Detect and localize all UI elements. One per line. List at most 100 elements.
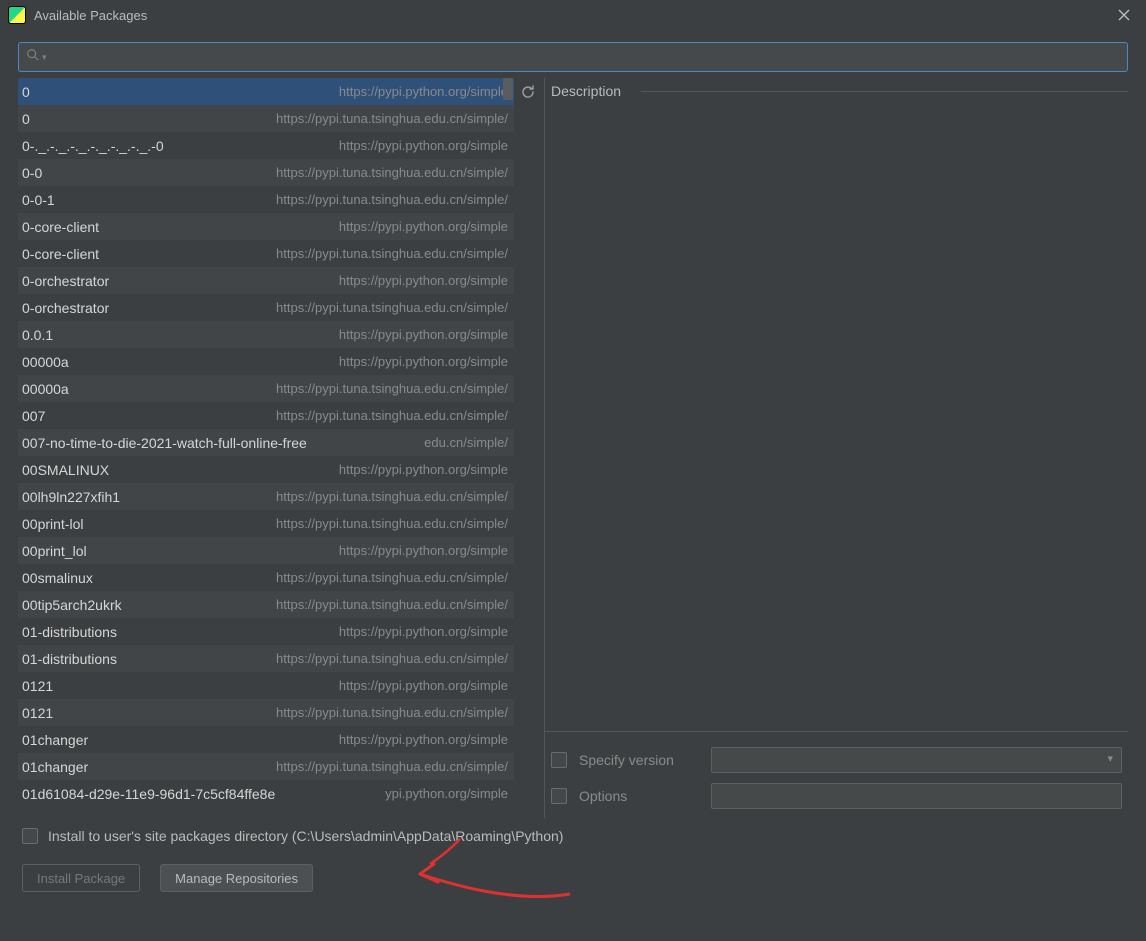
package-repo: https://pypi.tuna.tsinghua.edu.cn/simple…: [276, 300, 508, 315]
package-row[interactable]: 0-core-client https://pypi.python.org/sim…: [18, 213, 514, 240]
package-row[interactable]: 01-distributionshttps://pypi.tuna.tsingh…: [18, 645, 514, 672]
package-repo: https://pypi.python.org/simple: [339, 732, 508, 747]
search-options-chevron-icon[interactable]: ▾: [42, 52, 47, 63]
package-repo: https://pypi.python.org/simple: [339, 624, 508, 639]
package-repo: https://pypi.tuna.tsinghua.edu.cn/simple…: [276, 381, 508, 396]
package-row[interactable]: 00lh9ln227xfih1https://pypi.tuna.tsinghu…: [18, 483, 514, 510]
pycharm-icon: [8, 6, 26, 24]
specify-version-label: Specify version: [579, 752, 699, 768]
options-input[interactable]: [711, 783, 1122, 809]
package-name: 00tip5arch2ukrk: [22, 597, 122, 613]
package-row[interactable]: 0-orchestrator https://pypi.tuna.tsinghua…: [18, 294, 514, 321]
package-list[interactable]: 0 https://pypi.python.org/simple 0 https://…: [18, 78, 514, 818]
package-name: 0-0-1: [22, 192, 55, 208]
package-name: 01changer: [22, 732, 88, 748]
install-to-user-checkbox[interactable]: [22, 828, 38, 844]
package-name: 0121: [22, 678, 53, 694]
search-icon: [26, 48, 40, 65]
search-bar: ▾: [18, 42, 1128, 72]
package-row[interactable]: 01changer https://pypi.python.org/simple: [18, 726, 514, 753]
package-row[interactable]: 00SMALINUX https://pypi.python.org/simple: [18, 456, 514, 483]
package-repo: https://pypi.python.org/simple: [339, 462, 508, 477]
package-row[interactable]: 00000a https://pypi.python.org/simple: [18, 348, 514, 375]
specify-version-checkbox[interactable]: [551, 752, 567, 768]
refresh-icon: [520, 84, 536, 100]
description-body: [545, 104, 1128, 731]
package-name: 01-distributions: [22, 624, 117, 640]
package-name: 0-core-client: [22, 219, 99, 235]
install-package-button[interactable]: Install Package: [22, 864, 140, 892]
package-repo: https://pypi.tuna.tsinghua.edu.cn/simple…: [276, 570, 508, 585]
package-name: 007-no-time-to-die-2021-watch-full-onlin…: [22, 435, 307, 451]
package-repo: https://pypi.python.org/simple: [339, 354, 508, 369]
package-name: 00lh9ln227xfih1: [22, 489, 120, 505]
package-repo: https://pypi.tuna.tsinghua.edu.cn/simple…: [276, 705, 508, 720]
description-label: Description: [551, 83, 621, 99]
package-row[interactable]: 0.0.1https://pypi.python.org/simple: [18, 321, 514, 348]
package-row[interactable]: 00print_lolhttps://pypi.python.org/simpl…: [18, 537, 514, 564]
package-name: 00SMALINUX: [22, 462, 109, 478]
close-button[interactable]: [1110, 1, 1138, 29]
package-row[interactable]: 01changer https://pypi.tuna.tsinghua.edu.…: [18, 753, 514, 780]
package-repo: https://pypi.tuna.tsinghua.edu.cn/simple…: [276, 408, 508, 423]
package-row[interactable]: 0-0-1https://pypi.tuna.tsinghua.edu.cn/s…: [18, 186, 514, 213]
package-repo: https://pypi.tuna.tsinghua.edu.cn/simple…: [276, 651, 508, 666]
package-row[interactable]: 00smalinux https://pypi.tuna.tsinghua.edu…: [18, 564, 514, 591]
options-label: Options: [579, 788, 699, 804]
package-name: 0121: [22, 705, 53, 721]
package-row[interactable]: 007 https://pypi.tuna.tsinghua.edu.cn/sim…: [18, 402, 514, 429]
package-row[interactable]: 0121 https://pypi.python.org/simple: [18, 672, 514, 699]
package-name: 00smalinux: [22, 570, 93, 586]
scrollbar-thumb[interactable]: [503, 78, 513, 100]
package-repo: edu.cn/simple/: [424, 435, 508, 450]
package-row[interactable]: 007-no-time-to-die-2021-watch-full-onlin…: [18, 429, 514, 456]
package-name: 0-core-client: [22, 246, 99, 262]
package-row[interactable]: 00print-lolhttps://pypi.tuna.tsinghua.ed…: [18, 510, 514, 537]
package-row[interactable]: 0-core-client https://pypi.tuna.tsinghua.…: [18, 240, 514, 267]
package-repo: https://pypi.tuna.tsinghua.edu.cn/simple…: [276, 597, 508, 612]
package-name: 007: [22, 408, 45, 424]
package-name: 00000a: [22, 354, 69, 370]
package-row[interactable]: 0-orchestrator https://pypi.python.org/si…: [18, 267, 514, 294]
package-repo: https://pypi.tuna.tsinghua.edu.cn/simple…: [276, 246, 508, 261]
package-name: 0-._.-._.-._.-._.-._.-._.-0: [22, 138, 164, 154]
package-row[interactable]: 00000ahttps://pypi.tuna.tsinghua.edu.cn/…: [18, 375, 514, 402]
package-repo: https://pypi.python.org/simple: [339, 327, 508, 342]
package-repo: https://pypi.tuna.tsinghua.edu.cn/simple…: [276, 516, 508, 531]
package-name: 01changer: [22, 759, 88, 775]
package-repo: https://pypi.python.org/simple: [339, 678, 508, 693]
scrollbar[interactable]: [502, 78, 514, 818]
package-repo: https://pypi.tuna.tsinghua.edu.cn/simple…: [276, 111, 508, 126]
annotation-arrow: [400, 834, 580, 904]
package-repo: https://pypi.tuna.tsinghua.edu.cn/simple…: [276, 759, 508, 774]
package-row[interactable]: 0 https://pypi.python.org/simple: [18, 78, 514, 105]
package-repo: https://pypi.python.org/simple: [339, 543, 508, 558]
package-repo: https://pypi.python.org/simple: [339, 273, 508, 288]
description-header: Description: [545, 78, 1128, 104]
package-repo: https://pypi.python.org/simple: [339, 138, 508, 153]
search-input[interactable]: [18, 42, 1128, 72]
options-checkbox[interactable]: [551, 788, 567, 804]
close-icon: [1118, 9, 1130, 21]
package-name: 0: [22, 84, 30, 100]
package-repo: ypi.python.org/simple: [385, 786, 508, 801]
package-name: 0: [22, 111, 30, 127]
specify-version-select[interactable]: [711, 747, 1122, 773]
package-row[interactable]: 0121 https://pypi.tuna.tsinghua.edu.cn/si…: [18, 699, 514, 726]
package-name: 0-orchestrator: [22, 300, 109, 316]
package-row[interactable]: 0-0https://pypi.tuna.tsinghua.edu.cn/sim…: [18, 159, 514, 186]
package-repo: https://pypi.python.org/simple: [339, 84, 508, 99]
package-row[interactable]: 0-._.-._.-._.-._.-._.-._.-0 https://pypi.…: [18, 132, 514, 159]
package-row[interactable]: 0 https://pypi.tuna.tsinghua.edu.cn/simpl…: [18, 105, 514, 132]
package-row[interactable]: 01-distributions https://pypi.python.org/…: [18, 618, 514, 645]
package-repo: https://pypi.python.org/simple: [339, 219, 508, 234]
refresh-button[interactable]: [516, 80, 540, 104]
package-row[interactable]: 01d61084-d29e-11e9-96d1-7c5cf84ffe8e ypi.…: [18, 780, 514, 807]
manage-repositories-button[interactable]: Manage Repositories: [160, 864, 313, 892]
install-to-user-label: Install to user's site packages director…: [48, 828, 563, 844]
package-row[interactable]: 00tip5arch2ukrk https://pypi.tuna.tsinghu…: [18, 591, 514, 618]
package-name: 01d61084-d29e-11e9-96d1-7c5cf84ffe8e: [22, 786, 275, 802]
window-title: Available Packages: [34, 8, 1110, 23]
package-name: 0-orchestrator: [22, 273, 109, 289]
package-name: 0-0: [22, 165, 42, 181]
